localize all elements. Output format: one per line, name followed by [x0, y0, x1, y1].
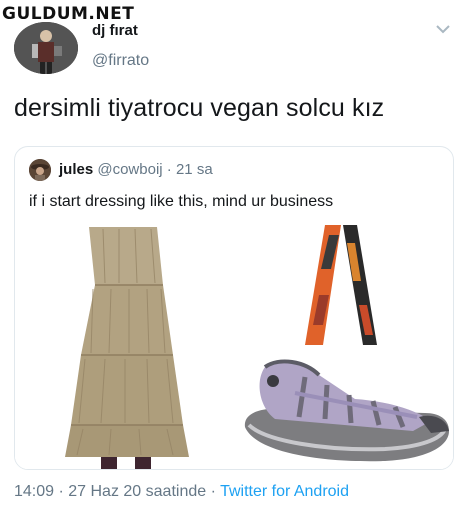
- tweet-timestamp[interactable]: 14:09 · 27 Haz 20 saatinde ·: [14, 483, 216, 500]
- chevron-down-icon[interactable]: [434, 22, 452, 36]
- quote-separator: ·: [166, 161, 172, 178]
- user-handle[interactable]: @firrato: [92, 52, 149, 70]
- sandal-image[interactable]: [235, 347, 453, 469]
- display-name[interactable]: dj fırat: [92, 22, 138, 39]
- tweet-source-link[interactable]: Twitter for Android: [220, 483, 349, 500]
- tweet-footer: 14:09 · 27 Haz 20 saatinde · Twitter for…: [14, 483, 349, 501]
- quote-text: if i start dressing like this, mind ur b…: [29, 193, 334, 210]
- quote-display-name[interactable]: jules: [59, 161, 93, 178]
- quote-time[interactable]: 21 sa: [176, 161, 213, 178]
- strap-image[interactable]: [235, 225, 453, 345]
- quote-header: jules @cowboij · 21 sa: [59, 161, 213, 178]
- quote-avatar[interactable]: [29, 159, 51, 181]
- quoted-tweet[interactable]: jules @cowboij · 21 sa if i start dressi…: [14, 146, 454, 470]
- tiered-skirt-image[interactable]: [15, 225, 233, 469]
- watermark: GULDUM.NET: [2, 4, 135, 24]
- quote-handle[interactable]: @cowboij: [97, 161, 162, 178]
- tweet-text: dersimli tiyatrocu vegan solcu kız: [14, 94, 385, 122]
- avatar[interactable]: [14, 22, 78, 74]
